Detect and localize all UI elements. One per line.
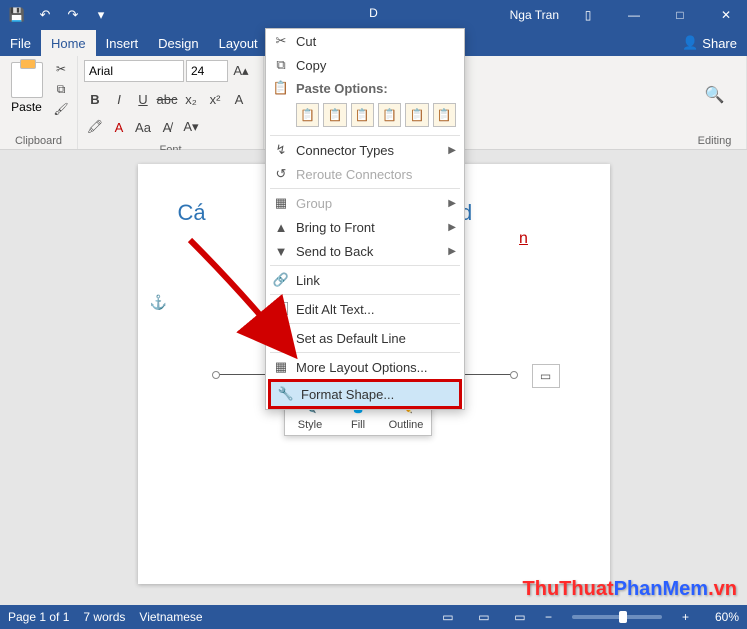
highlight-button[interactable]: 🖍: [84, 116, 106, 138]
status-bar: Page 1 of 1 7 words Vietnamese ▭ ▭ ▭ − +…: [0, 605, 747, 629]
group-clipboard-label: Clipboard: [0, 133, 77, 149]
italic-button[interactable]: I: [108, 88, 130, 110]
shrink-font-icon[interactable]: A▾: [180, 116, 202, 138]
title-bar: 💾 ↶ ↷ ▾ D Nga Tran ▯ — □ ✕: [0, 0, 747, 30]
strikethrough-button[interactable]: abc: [156, 88, 178, 110]
zoom-thumb[interactable]: [619, 611, 627, 623]
cut-icon: ✂: [272, 33, 290, 49]
paste-option-4[interactable]: 📋: [378, 103, 401, 127]
resize-handle-right[interactable]: [510, 371, 518, 379]
minimize-icon[interactable]: —: [613, 0, 655, 30]
status-language[interactable]: Vietnamese: [139, 610, 202, 624]
status-page[interactable]: Page 1 of 1: [8, 610, 69, 624]
reroute-icon: ↺: [272, 166, 290, 182]
ctx-send-to-back[interactable]: ▼Send to Back▶: [266, 239, 464, 263]
grow-font-icon[interactable]: A▴: [230, 60, 252, 82]
ctx-more-layout-options[interactable]: ▦More Layout Options...: [266, 355, 464, 379]
group-icon: ▦: [272, 195, 290, 211]
share-button[interactable]: 👤 Share: [672, 30, 747, 56]
quick-access-toolbar: 💾 ↶ ↷ ▾: [0, 3, 114, 27]
ctx-cut[interactable]: ✂Cut: [266, 29, 464, 53]
share-label: Share: [702, 36, 737, 51]
tab-design[interactable]: Design: [148, 30, 208, 56]
send-back-icon: ▼: [272, 244, 290, 259]
view-web-layout-icon[interactable]: ▭: [509, 608, 531, 626]
group-editing-label: Editing: [698, 133, 732, 149]
maximize-icon[interactable]: □: [659, 0, 701, 30]
tab-insert[interactable]: Insert: [96, 30, 149, 56]
view-print-layout-icon[interactable]: ▭: [473, 608, 495, 626]
format-painter-icon[interactable]: 🖌: [51, 100, 71, 118]
copy-icon[interactable]: ⧉: [51, 80, 71, 98]
link-icon: 🔗: [272, 272, 290, 288]
mini-style-label: Style: [298, 419, 322, 431]
paste-option-2[interactable]: 📋: [323, 103, 346, 127]
zoom-level[interactable]: 60%: [703, 610, 739, 624]
ctx-reroute-connectors: ↺Reroute Connectors: [266, 162, 464, 186]
watermark: ThuThuatPhanMem.vn: [523, 578, 737, 601]
paste-icon: 📋: [272, 80, 290, 96]
save-icon[interactable]: 💾: [4, 3, 30, 27]
zoom-out-button[interactable]: −: [545, 610, 552, 624]
ctx-paste-options-header: 📋Paste Options:: [266, 77, 464, 99]
ctx-copy[interactable]: ⧉Copy: [266, 53, 464, 77]
status-words[interactable]: 7 words: [83, 610, 125, 624]
bring-front-icon: ▲: [272, 220, 290, 235]
paste-option-5[interactable]: 📋: [405, 103, 428, 127]
text-effects-button[interactable]: A: [228, 88, 250, 110]
ctx-set-default-line[interactable]: Set as Default Line: [266, 326, 464, 350]
mini-fill-label: Fill: [351, 419, 365, 431]
tab-layout[interactable]: Layout: [209, 30, 268, 56]
ctx-paste-options: 📋 📋 📋 📋 📋 📋: [266, 99, 464, 133]
layout-options-chip[interactable]: ▭: [532, 364, 560, 388]
ctx-connector-types[interactable]: ↯Connector Types▶: [266, 138, 464, 162]
ribbon-options-icon[interactable]: ▯: [567, 0, 609, 30]
user-name[interactable]: Nga Tran: [510, 8, 559, 22]
qat-customize-icon[interactable]: ▾: [88, 3, 114, 27]
redo-icon[interactable]: ↷: [60, 3, 86, 27]
find-icon[interactable]: 🔍: [705, 85, 725, 105]
share-icon: 👤: [682, 35, 698, 51]
font-size-combo[interactable]: [186, 60, 228, 82]
paste-icon[interactable]: [11, 62, 43, 98]
tab-home[interactable]: Home: [41, 30, 96, 56]
font-color-button[interactable]: A: [108, 116, 130, 138]
document-title: D: [369, 6, 378, 20]
ctx-format-shape-highlight: 🔧Format Shape...: [268, 379, 462, 409]
bold-button[interactable]: B: [84, 88, 106, 110]
paste-button[interactable]: Paste: [11, 100, 42, 114]
mini-outline-label: Outline: [389, 419, 424, 431]
zoom-slider[interactable]: [572, 615, 662, 619]
paste-option-6[interactable]: 📋: [433, 103, 456, 127]
copy-icon: ⧉: [272, 57, 290, 73]
superscript-button[interactable]: x²: [204, 88, 226, 110]
connector-icon: ↯: [272, 142, 290, 158]
format-shape-icon: 🔧: [277, 386, 295, 402]
zoom-in-button[interactable]: +: [682, 610, 689, 624]
layout-icon: ▦: [272, 359, 290, 375]
context-menu: ✂Cut ⧉Copy 📋Paste Options: 📋 📋 📋 📋 📋 📋 ↯…: [265, 28, 465, 410]
clear-formatting-button[interactable]: A̸: [156, 116, 178, 138]
ctx-format-shape[interactable]: 🔧Format Shape...: [271, 382, 459, 406]
paste-option-1[interactable]: 📋: [296, 103, 319, 127]
change-case-button[interactable]: Aa: [132, 116, 154, 138]
ctx-link[interactable]: 🔗Link: [266, 268, 464, 292]
ctx-group: ▦Group▶: [266, 191, 464, 215]
alt-text-icon: 🖼: [272, 301, 290, 317]
underline-button[interactable]: U: [132, 88, 154, 110]
ctx-bring-to-front[interactable]: ▲Bring to Front▶: [266, 215, 464, 239]
tab-file[interactable]: File: [0, 30, 41, 56]
view-read-mode-icon[interactable]: ▭: [437, 608, 459, 626]
paste-option-3[interactable]: 📋: [351, 103, 374, 127]
anchor-icon[interactable]: ⚓: [150, 294, 167, 311]
cut-icon[interactable]: ✂: [51, 60, 71, 78]
undo-icon[interactable]: ↶: [32, 3, 58, 27]
subscript-button[interactable]: x₂: [180, 88, 202, 110]
font-name-combo[interactable]: [84, 60, 184, 82]
resize-handle-left[interactable]: [212, 371, 220, 379]
ctx-edit-alt-text[interactable]: 🖼Edit Alt Text...: [266, 297, 464, 321]
close-icon[interactable]: ✕: [705, 0, 747, 30]
